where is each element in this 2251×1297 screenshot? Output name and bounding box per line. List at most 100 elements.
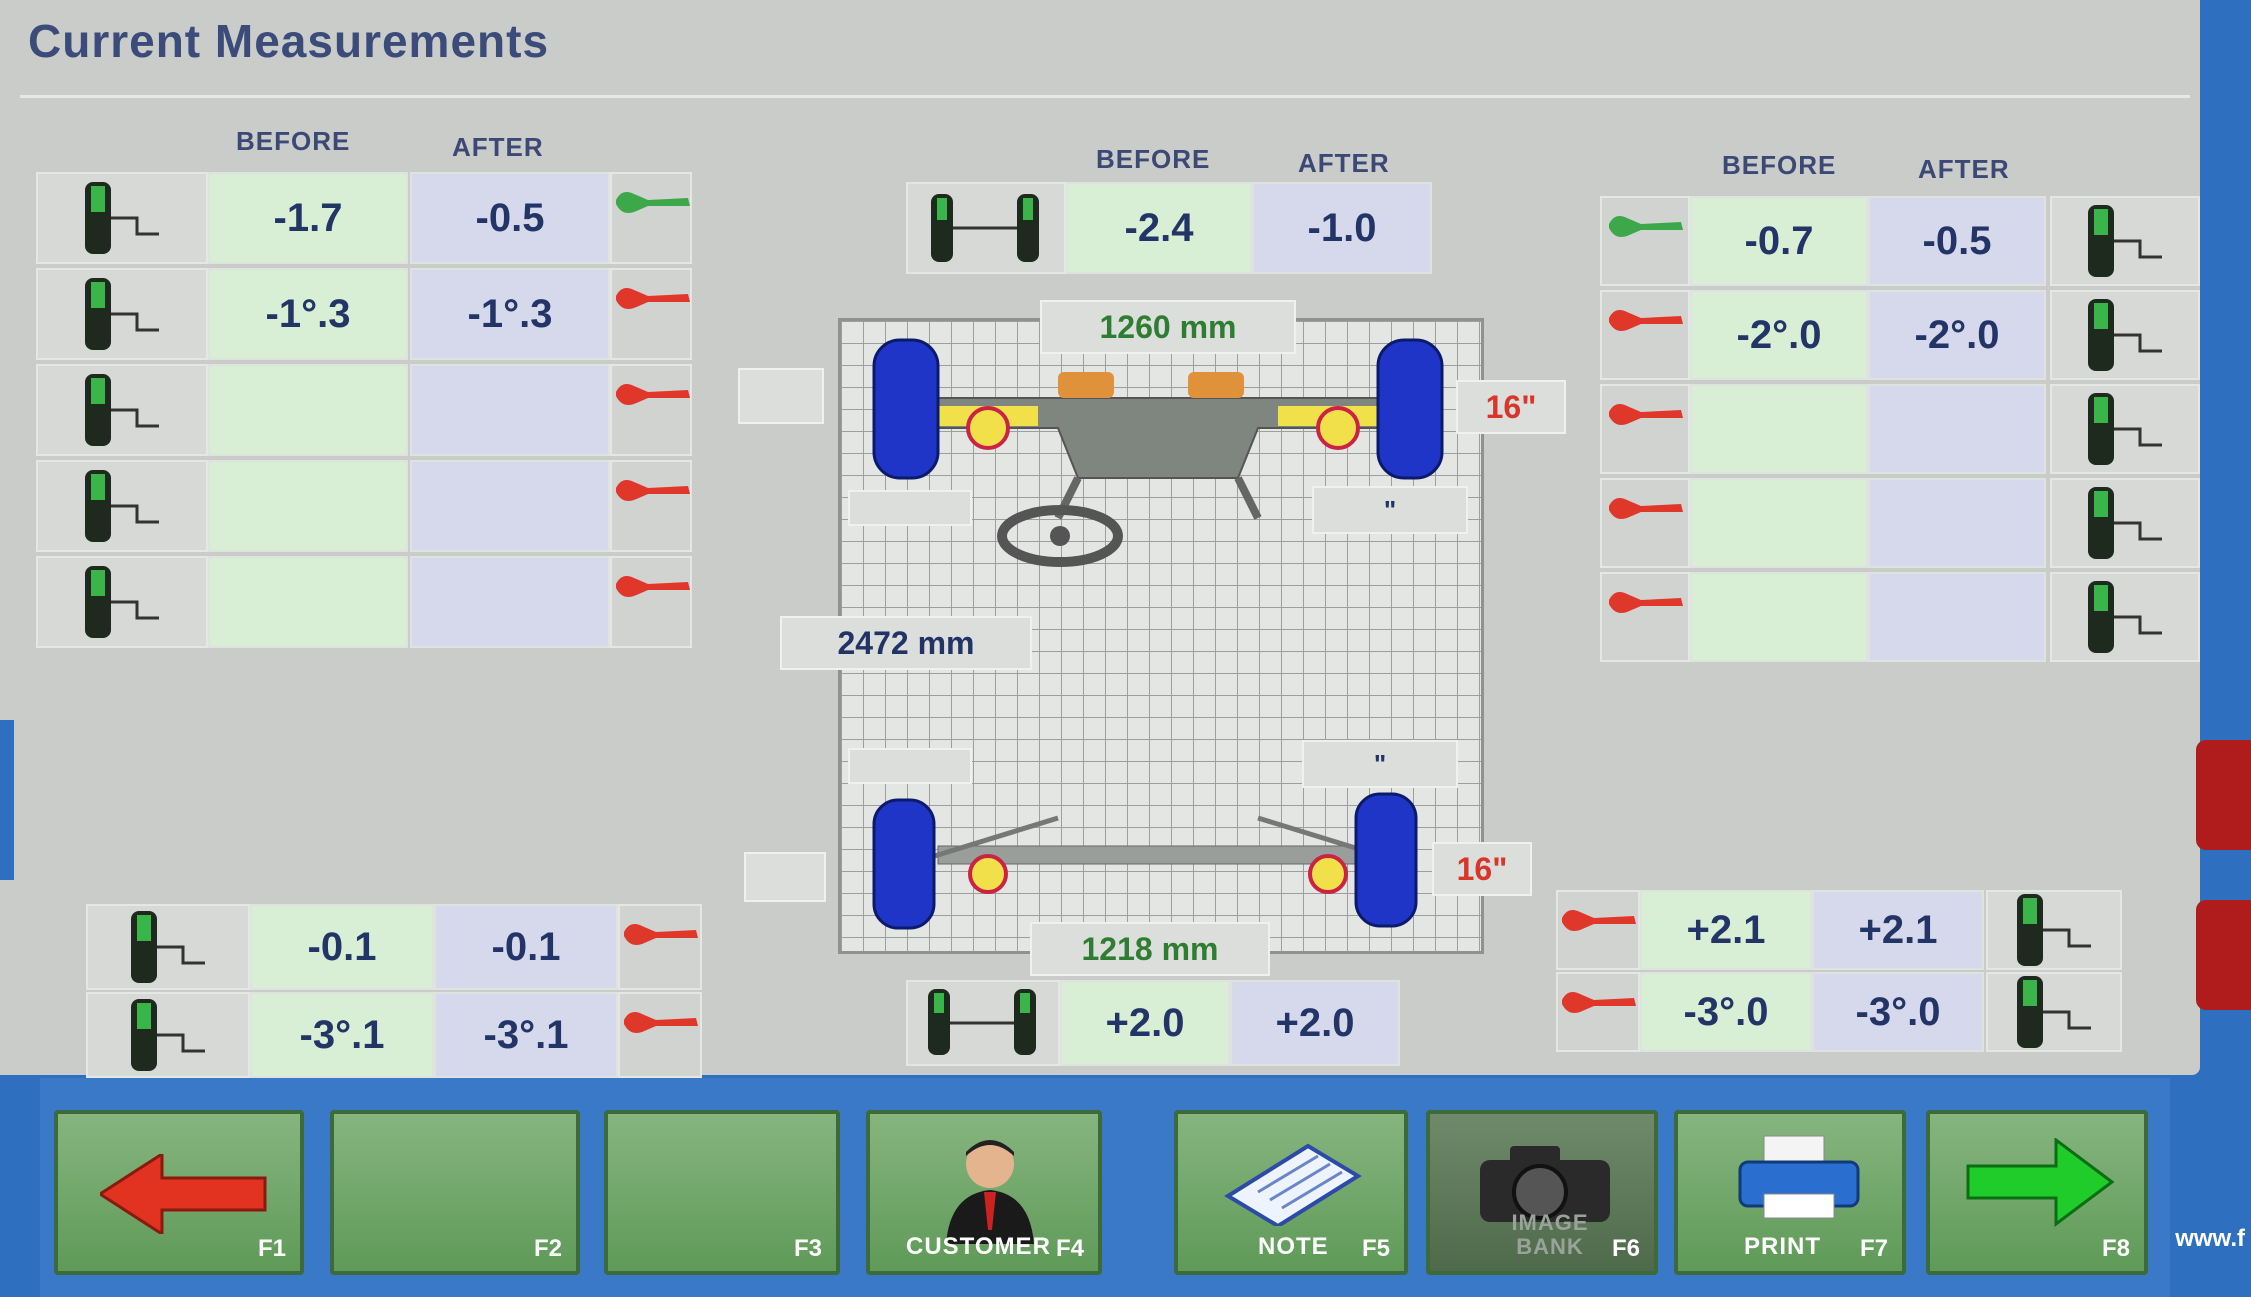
alignment-angle-icon bbox=[2017, 976, 2091, 1048]
left-front-row-4-icon-cell bbox=[36, 556, 208, 648]
alignment-angle-icon bbox=[131, 999, 205, 1071]
f7-label: PRINT bbox=[1744, 1233, 1821, 1260]
alignment-angle-icon bbox=[2088, 393, 2162, 465]
wheelbase-length: 2472 mm bbox=[780, 616, 1032, 670]
f3-button[interactable]: F3 bbox=[604, 1110, 840, 1275]
measurement-screen: Current Measurements BEFORE AFTER -1.7 -0… bbox=[0, 0, 2200, 1078]
left-front-row-2-after bbox=[410, 364, 610, 456]
adjust-wrench-icon bbox=[616, 288, 690, 309]
left-front-row-0-before: -1.7 bbox=[208, 172, 408, 264]
page-title: Current Measurements bbox=[28, 15, 550, 67]
f4-customer-button[interactable]: CUSTOMER F4 bbox=[866, 1110, 1102, 1275]
right-front-row-2-after bbox=[1868, 384, 2046, 474]
f7-print-button[interactable]: PRINT F7 bbox=[1674, 1110, 1906, 1275]
adjust-wrench-icon bbox=[1609, 310, 1683, 331]
front-left-wheel bbox=[872, 338, 940, 480]
f6-image-bank-button[interactable]: IMAGE BANK F6 bbox=[1426, 1110, 1658, 1275]
rear-left-input[interactable] bbox=[744, 852, 826, 902]
adjust-wrench-icon bbox=[1609, 498, 1683, 519]
front-right-wheel bbox=[1376, 338, 1444, 480]
left-rear-row-1-after: -3°.1 bbox=[434, 992, 618, 1078]
right-front-row-1-after: -2°.0 bbox=[1868, 290, 2046, 380]
f6-label: IMAGE BANK bbox=[1511, 1210, 1589, 1259]
rf-after-header: AFTER bbox=[1918, 154, 2010, 184]
right-front-row-1-icon-cell bbox=[2050, 290, 2200, 380]
left-edge-tab bbox=[0, 720, 14, 880]
right-front-row-1-adjust[interactable] bbox=[1600, 290, 1690, 380]
right-rear-row-1-before: -3°.0 bbox=[1640, 972, 1812, 1052]
adjust-wrench-icon bbox=[616, 192, 690, 213]
left-rear-row-1-adjust[interactable] bbox=[618, 992, 702, 1078]
left-front-row-2-adjust[interactable] bbox=[610, 364, 692, 456]
rear-rim-size[interactable]: 16" bbox=[1432, 842, 1532, 896]
alignment-angle-icon bbox=[85, 278, 159, 350]
right-front-row-3-before bbox=[1690, 478, 1868, 568]
back-arrow-icon bbox=[100, 1154, 267, 1234]
f1-back-button[interactable]: F1 bbox=[54, 1110, 304, 1275]
f7-key-label: F7 bbox=[1859, 1235, 1888, 1262]
alignment-angle-icon bbox=[85, 182, 159, 254]
left-front-row-4-after bbox=[410, 556, 610, 648]
rf-before-header: BEFORE bbox=[1722, 150, 1837, 180]
adjust-wrench-icon bbox=[616, 576, 690, 597]
left-front-row-2-icon-cell bbox=[36, 364, 208, 456]
left-rear-row-0-adjust[interactable] bbox=[618, 904, 702, 990]
alignment-angle-icon bbox=[2088, 487, 2162, 559]
front-right-spring bbox=[1188, 372, 1244, 398]
adjust-wrench-icon bbox=[1562, 992, 1636, 1013]
adjust-wrench-icon bbox=[1562, 910, 1636, 931]
rear-left-note bbox=[848, 748, 972, 784]
f5-key-label: F5 bbox=[1361, 1235, 1390, 1262]
front-rim-size[interactable]: 16" bbox=[1456, 380, 1566, 434]
rear-left-wheel bbox=[872, 798, 936, 930]
front-total-toe-before: -2.4 bbox=[1066, 182, 1252, 274]
right-front-row-4-adjust[interactable] bbox=[1600, 572, 1690, 662]
right-rear-row-0-adjust[interactable] bbox=[1556, 890, 1640, 970]
right-front-row-0-adjust[interactable] bbox=[1600, 196, 1690, 286]
alignment-angle-icon bbox=[85, 470, 159, 542]
right-rear-row-0-after: +2.1 bbox=[1812, 890, 1984, 970]
adjust-wrench-icon bbox=[624, 924, 698, 945]
f5-note-button[interactable]: NOTE F5 bbox=[1174, 1110, 1408, 1275]
right-front-row-0-before: -0.7 bbox=[1690, 196, 1868, 286]
left-rear-row-1-before: -3°.1 bbox=[250, 992, 434, 1078]
right-rear-row-1-adjust[interactable] bbox=[1556, 972, 1640, 1052]
left-front-row-3-adjust[interactable] bbox=[610, 460, 692, 552]
left-front-row-4-adjust[interactable] bbox=[610, 556, 692, 648]
left-front-row-1-adjust[interactable] bbox=[610, 268, 692, 360]
front-total-toe-after: -1.0 bbox=[1252, 182, 1432, 274]
right-front-row-2-adjust[interactable] bbox=[1600, 384, 1690, 474]
side-tool-2[interactable] bbox=[2196, 900, 2251, 1010]
side-panel bbox=[2200, 40, 2251, 1050]
cf-before-header: BEFORE bbox=[1096, 144, 1211, 174]
rear-right-wheel bbox=[1354, 792, 1418, 928]
note-icon bbox=[1224, 1143, 1362, 1226]
forward-arrow-icon bbox=[1966, 1138, 2114, 1227]
rear-total-toe-after: +2.0 bbox=[1230, 980, 1400, 1066]
lf-after-header: AFTER bbox=[452, 132, 544, 162]
right-rear-row-1-icon-cell bbox=[1986, 972, 2122, 1052]
f8-forward-button[interactable]: F8 bbox=[1926, 1110, 2148, 1275]
f6-key-label: F6 bbox=[1611, 1235, 1640, 1262]
right-front-row-0-after: -0.5 bbox=[1868, 196, 2046, 286]
f2-key-label: F2 bbox=[533, 1235, 562, 1262]
left-front-row-0-icon-cell bbox=[36, 172, 208, 264]
adjust-wrench-icon bbox=[1609, 404, 1683, 425]
right-front-row-3-adjust[interactable] bbox=[1600, 478, 1690, 568]
f5-label: NOTE bbox=[1258, 1233, 1329, 1260]
title-divider bbox=[20, 95, 2190, 98]
f2-button[interactable]: F2 bbox=[330, 1110, 580, 1275]
left-rear-row-0-before: -0.1 bbox=[250, 904, 434, 990]
vendor-url[interactable]: www.f bbox=[2175, 1225, 2245, 1253]
left-front-row-3-after bbox=[410, 460, 610, 552]
left-front-row-2-before bbox=[208, 364, 408, 456]
left-front-row-0-adjust[interactable] bbox=[610, 172, 692, 264]
front-left-input[interactable] bbox=[738, 368, 824, 424]
right-rear-row-1-after: -3°.0 bbox=[1812, 972, 1984, 1052]
adjust-wrench-icon bbox=[616, 480, 690, 501]
alignment-angle-icon bbox=[85, 374, 159, 446]
side-tool-1[interactable] bbox=[2196, 740, 2251, 850]
alignment-angle-icon bbox=[131, 911, 205, 983]
right-front-row-2-before bbox=[1690, 384, 1868, 474]
front-left-note bbox=[848, 490, 972, 526]
